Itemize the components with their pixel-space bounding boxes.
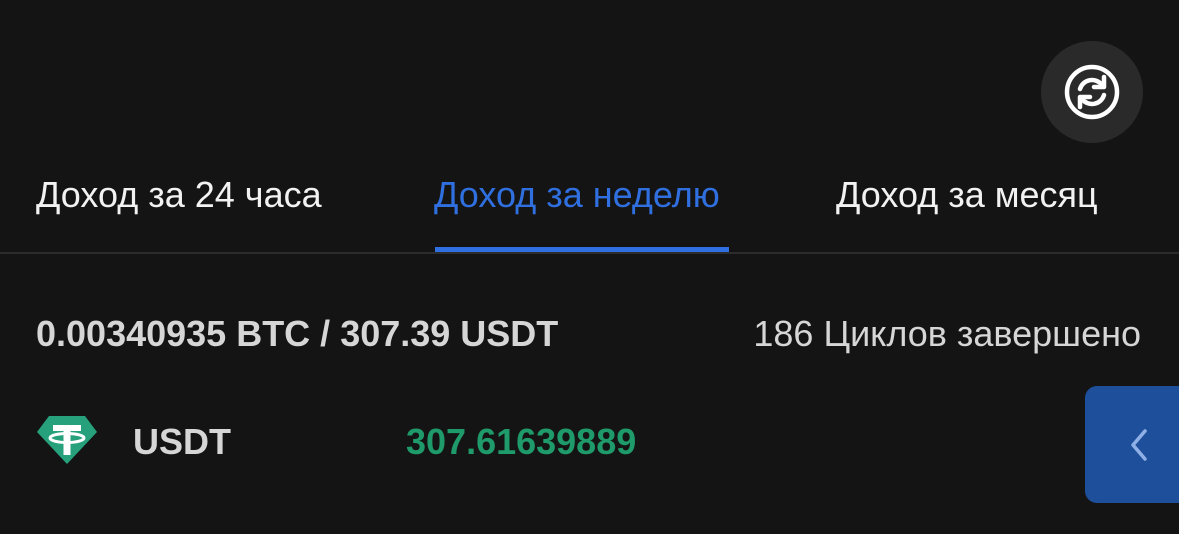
tether-icon [37,416,97,464]
coin-amount: 307.61639889 [406,421,637,462]
refresh-button[interactable] [1041,41,1143,143]
side-panel-toggle[interactable] [1085,386,1179,503]
cycles-completed: 186 Циклов завершено [753,313,1141,354]
tabs-divider [0,252,1179,254]
tab-week[interactable]: Доход за неделю [434,174,720,216]
coin-row: USDT 307.61639889 [36,410,1036,474]
income-totals: 0.00340935 BTC / 307.39 USDT [36,313,559,354]
coin-name: USDT [133,421,231,462]
income-period-tabs: Доход за 24 часа Доход за неделю Доход з… [0,150,1179,254]
tab-24-hours[interactable]: Доход за 24 часа [36,174,322,216]
refresh-icon [1064,64,1120,120]
chevron-left-icon [1131,428,1147,461]
tab-month[interactable]: Доход за месяц [836,174,1098,216]
